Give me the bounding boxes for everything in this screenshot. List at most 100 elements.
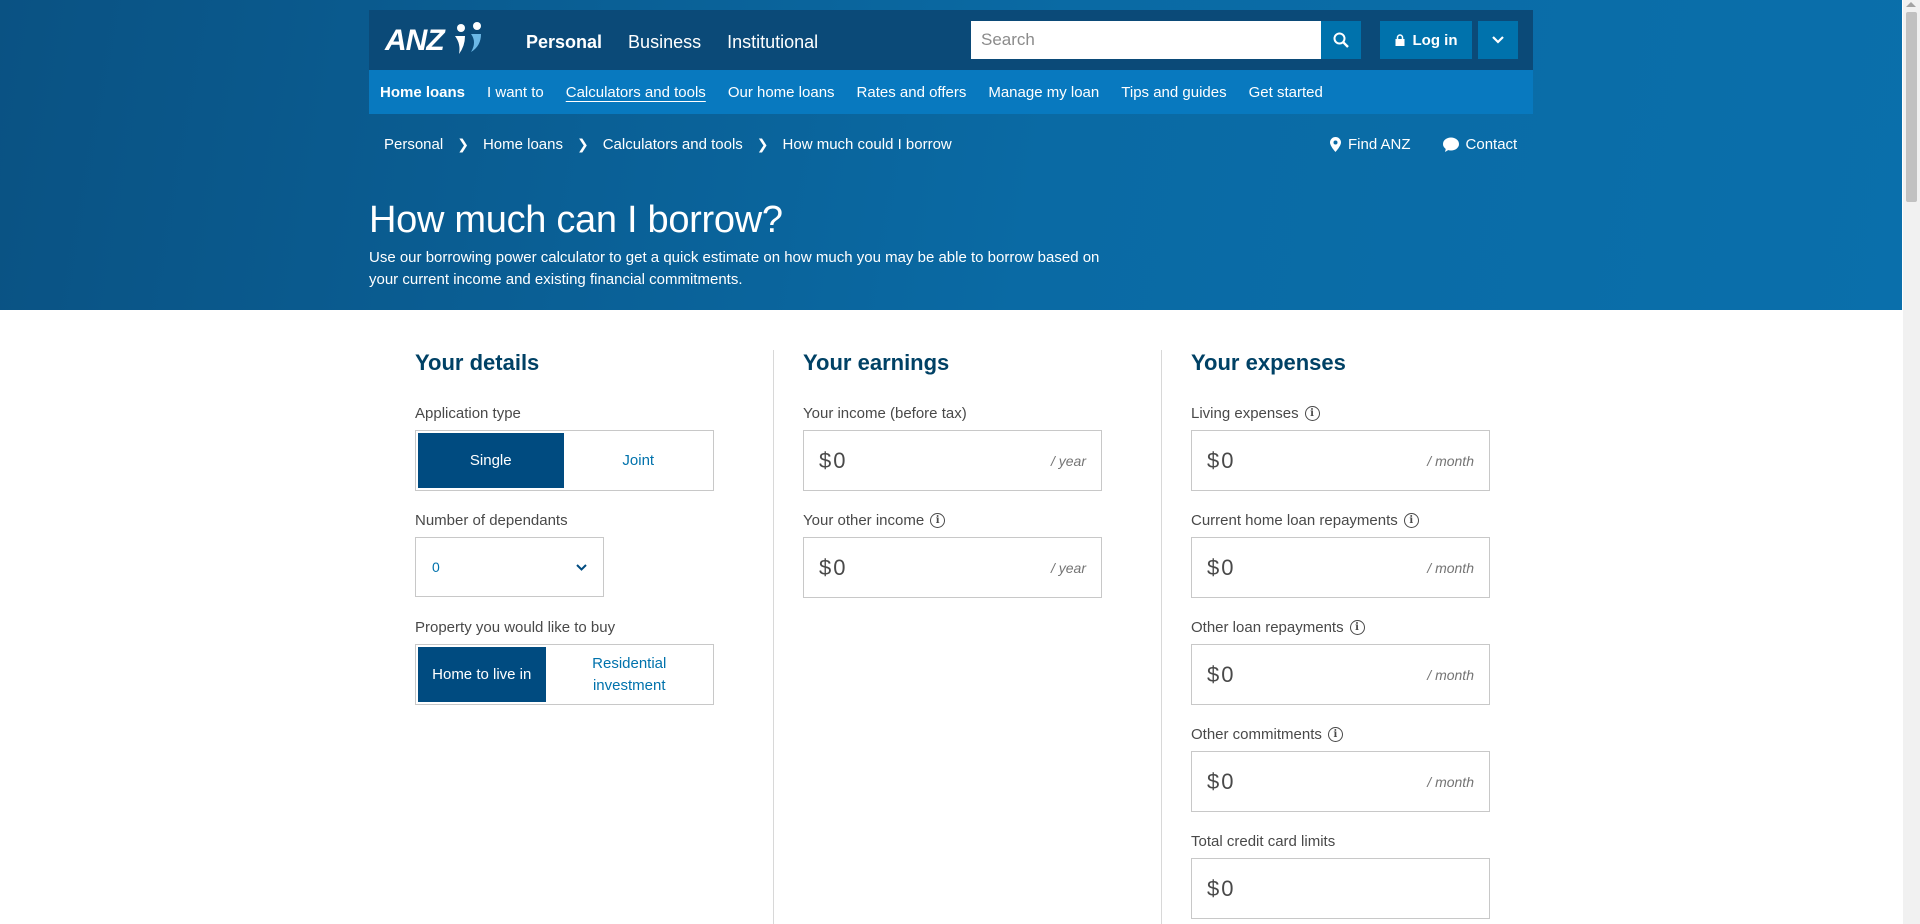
other-income-label-text: Your other income (803, 512, 925, 529)
logo-wordmark: ANZ (385, 24, 445, 57)
subnav-tips-and-guides[interactable]: Tips and guides (1121, 84, 1226, 101)
other-income-field: $ / year (803, 537, 1102, 598)
income-unit: / year (1050, 452, 1086, 469)
page-title: How much can I borrow? (369, 199, 783, 241)
breadcrumb-personal[interactable]: Personal (384, 136, 443, 153)
credit-card-limits-input[interactable] (1221, 875, 1342, 902)
find-anz-link[interactable]: Find ANZ (1330, 136, 1411, 153)
other-loan-repayments-label: Other loan repayments i (1191, 619, 1365, 636)
login-button[interactable]: Log in (1380, 21, 1472, 59)
credit-card-limits-field: $ (1191, 858, 1490, 919)
property-type-label-text: Property you would like to buy (415, 619, 616, 636)
dependants-value: 0 (432, 559, 440, 575)
earnings-column: Your earnings (803, 350, 949, 376)
subnav-rates-and-offers[interactable]: Rates and offers (857, 84, 967, 101)
currency-symbol: $ (1207, 875, 1220, 901)
income-input[interactable] (833, 447, 954, 474)
property-home-to-live-in[interactable]: Home to live in (418, 647, 546, 702)
property-type-label: Property you would like to buy (415, 619, 615, 636)
dependants-label: Number of dependants (415, 512, 568, 529)
nav-business[interactable]: Business (628, 32, 701, 53)
search-button[interactable] (1321, 21, 1361, 59)
currency-symbol: $ (1207, 768, 1220, 794)
info-icon[interactable]: i (1327, 727, 1343, 742)
hero-banner: ANZ Personal Business Institutional Sear… (0, 0, 1902, 310)
expenses-column: Your expenses (1191, 350, 1346, 376)
other-commitments-unit: / month (1427, 773, 1474, 790)
login-label: Log in (1412, 31, 1458, 49)
contact-label: Contact (1465, 136, 1518, 153)
subnav-calculators-and-tools[interactable]: Calculators and tools (566, 84, 706, 101)
info-icon[interactable]: i (1304, 406, 1320, 421)
home-loan-repayments-label-text: Current home loan repayments (1191, 512, 1398, 529)
search-input[interactable] (981, 30, 1324, 50)
info-icon[interactable]: i (1349, 620, 1365, 635)
login-options-button[interactable] (1478, 21, 1518, 59)
home-loan-repayments-unit: / month (1427, 559, 1474, 576)
top-bar: ANZ Personal Business Institutional Sear… (369, 10, 1533, 70)
other-commitments-input[interactable] (1221, 768, 1342, 795)
breadcrumb-current-page: How much could I borrow (782, 136, 952, 153)
chevron-down-icon (576, 563, 587, 571)
anz-logo[interactable]: ANZ (385, 20, 495, 60)
home-loans-subnav: Home loans I want to Calculators and too… (369, 70, 1533, 114)
credit-card-limits-label: Total credit card limits (1191, 833, 1335, 850)
currency-symbol: $ (1207, 661, 1220, 687)
currency-symbol: $ (1207, 554, 1220, 580)
details-column: Your details (415, 350, 539, 376)
home-loan-repayments-input[interactable] (1221, 554, 1342, 581)
application-type-label-text: Application type (415, 405, 521, 422)
income-field: $ / year (803, 430, 1102, 491)
breadcrumb-calculators-and-tools[interactable]: Calculators and tools (603, 136, 743, 153)
other-loan-repayments-field: $ / month (1191, 644, 1490, 705)
dependants-select[interactable]: 0 (415, 537, 604, 597)
page-intro: Use our borrowing power calculator to ge… (369, 249, 1100, 288)
living-expenses-field: $ / month (1191, 430, 1490, 491)
income-label: Your income (before tax) (803, 405, 967, 422)
property-residential-investment[interactable]: Residential investment (548, 647, 712, 702)
nav-institutional[interactable]: Institutional (727, 32, 818, 53)
other-commitments-label: Other commitments i (1191, 726, 1343, 743)
chevron-right-icon: ❯ (756, 136, 769, 152)
search-icon (1333, 32, 1349, 48)
contact-link[interactable]: Contact (1442, 136, 1518, 153)
credit-card-limits-label-text: Total credit card limits (1191, 833, 1336, 850)
subnav-get-started[interactable]: Get started (1249, 84, 1323, 101)
currency-symbol: $ (1207, 447, 1220, 473)
chevron-right-icon: ❯ (576, 136, 589, 152)
lock-icon (1395, 34, 1404, 46)
scroll-up-arrow-icon[interactable] (1906, 2, 1916, 7)
other-income-unit: / year (1050, 559, 1086, 576)
currency-symbol: $ (819, 554, 832, 580)
location-pin-icon (1330, 137, 1341, 152)
application-type-joint[interactable]: Joint (566, 433, 712, 488)
dependants-label-text: Number of dependants (415, 512, 568, 529)
living-expenses-input[interactable] (1221, 447, 1342, 474)
chevron-right-icon: ❯ (457, 136, 469, 152)
property-type-toggle: Home to live in Residential investment (415, 644, 714, 705)
application-type-single[interactable]: Single (418, 433, 564, 488)
info-icon[interactable]: i (1403, 513, 1419, 528)
info-icon[interactable]: i (930, 513, 946, 528)
scrollbar-thumb[interactable] (1906, 12, 1917, 202)
column-divider (773, 350, 774, 924)
column-divider (1161, 350, 1162, 924)
nav-personal[interactable]: Personal (526, 32, 602, 53)
living-expenses-label: Living expenses i (1191, 405, 1320, 422)
other-income-label: Your other income i (803, 512, 946, 529)
other-income-input[interactable] (833, 554, 954, 581)
details-heading: Your details (415, 350, 540, 375)
breadcrumb-home-loans[interactable]: Home loans (483, 136, 563, 153)
subnav-home-loans[interactable]: Home loans (380, 84, 465, 101)
find-anz-label: Find ANZ (1348, 136, 1411, 153)
subnav-i-want-to[interactable]: I want to (487, 84, 544, 101)
home-loan-repayments-label: Current home loan repayments i (1191, 512, 1419, 529)
home-loan-repayments-field: $ / month (1191, 537, 1490, 598)
expenses-heading: Your expenses (1191, 350, 1346, 375)
chat-bubble-icon (1442, 137, 1459, 152)
subnav-manage-my-loan[interactable]: Manage my loan (988, 84, 1099, 101)
other-loan-repayments-input[interactable] (1221, 661, 1342, 688)
subnav-our-home-loans[interactable]: Our home loans (728, 84, 835, 101)
income-label-text: Your income (before tax) (803, 405, 967, 422)
application-type-label: Application type (415, 405, 521, 422)
